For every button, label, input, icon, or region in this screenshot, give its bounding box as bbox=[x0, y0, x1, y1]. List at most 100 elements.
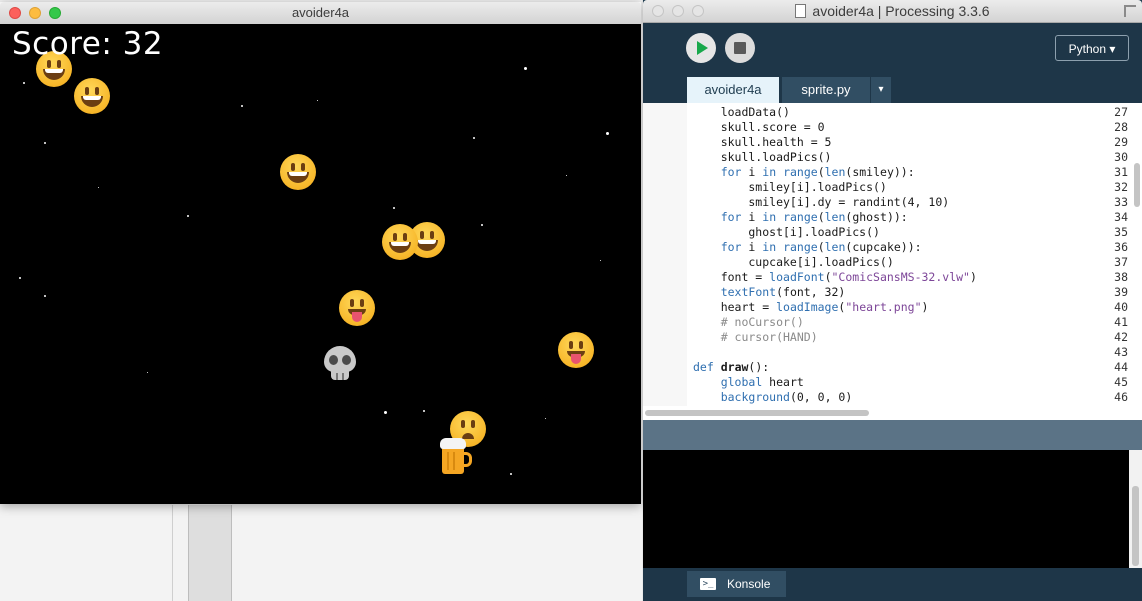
line-number: 28 bbox=[1114, 120, 1128, 134]
line-number: 33 bbox=[1114, 195, 1128, 209]
editor-horizontal-scrollbar[interactable] bbox=[643, 406, 1142, 420]
code-line[interactable]: skull.health = 5 bbox=[693, 135, 832, 149]
star bbox=[510, 473, 512, 475]
line-number: 44 bbox=[1114, 360, 1128, 374]
line-number: 37 bbox=[1114, 255, 1128, 269]
code-line[interactable]: font = loadFont("ComicSansMS-32.vlw") bbox=[693, 270, 977, 284]
console-scrollbar[interactable] bbox=[1129, 450, 1142, 568]
star bbox=[44, 295, 46, 297]
line-number: 45 bbox=[1114, 375, 1128, 389]
console-tab[interactable]: >_ Konsole bbox=[687, 571, 786, 597]
star bbox=[473, 137, 475, 139]
code-line[interactable]: for i in range(len(ghost)): bbox=[693, 210, 908, 224]
smiley-sprite bbox=[74, 78, 110, 114]
code-line[interactable]: smiley[i].loadPics() bbox=[693, 180, 887, 194]
game-titlebar[interactable]: avoider4a bbox=[0, 2, 641, 25]
game-canvas[interactable]: Score: 32 bbox=[0, 24, 641, 504]
run-button[interactable] bbox=[686, 33, 716, 63]
star bbox=[23, 82, 25, 84]
line-number: 29 bbox=[1114, 135, 1128, 149]
star bbox=[44, 142, 46, 144]
scroll-thumb[interactable] bbox=[645, 410, 869, 416]
star bbox=[241, 105, 243, 107]
line-number: 46 bbox=[1114, 390, 1128, 404]
processing-ide-window: avoider4a | Processing 3.3.6 Python ▾ av… bbox=[643, 0, 1142, 601]
stop-icon bbox=[734, 42, 746, 54]
ide-titlebar[interactable]: avoider4a | Processing 3.3.6 bbox=[643, 0, 1142, 23]
code-line[interactable]: # noCursor() bbox=[693, 315, 804, 329]
star bbox=[481, 224, 483, 226]
editor-console-divider[interactable] bbox=[643, 420, 1142, 450]
tongue-face-sprite bbox=[558, 332, 594, 368]
background-scrollbar bbox=[188, 505, 232, 601]
stop-button[interactable] bbox=[725, 33, 755, 63]
game-window: avoider4a Score: 32 bbox=[0, 2, 641, 504]
line-number: 43 bbox=[1114, 345, 1128, 359]
tab-menu-button[interactable]: ▾ bbox=[871, 77, 891, 103]
console-tab-label: Konsole bbox=[727, 577, 771, 591]
line-number: 27 bbox=[1114, 105, 1128, 119]
play-icon bbox=[697, 41, 708, 55]
star bbox=[524, 67, 527, 70]
code-line[interactable]: skull.score = 0 bbox=[693, 120, 825, 134]
background-divider bbox=[172, 505, 173, 601]
code-line[interactable]: def draw(): bbox=[693, 360, 769, 374]
line-number: 35 bbox=[1114, 225, 1128, 239]
star bbox=[600, 260, 601, 261]
line-number: 31 bbox=[1114, 165, 1128, 179]
code-line[interactable]: for i in range(len(smiley)): bbox=[693, 165, 915, 179]
line-number-gutter bbox=[643, 103, 687, 406]
fullscreen-icon[interactable] bbox=[1124, 5, 1136, 17]
score-text: Score: 32 bbox=[12, 26, 164, 62]
window-title: avoider4a | Processing 3.3.6 bbox=[643, 3, 1142, 19]
star bbox=[317, 100, 318, 101]
editor-vertical-scrollbar[interactable] bbox=[1132, 103, 1142, 406]
tab-avoider4a[interactable]: avoider4a bbox=[687, 77, 779, 103]
line-number: 40 bbox=[1114, 300, 1128, 314]
scroll-thumb[interactable] bbox=[1134, 163, 1140, 207]
star bbox=[606, 132, 609, 135]
code-line[interactable]: global heart bbox=[693, 375, 804, 389]
star bbox=[147, 372, 148, 373]
code-line[interactable]: textFont(font, 32) bbox=[693, 285, 846, 299]
console-icon: >_ bbox=[700, 578, 716, 590]
ide-toolbar: Python ▾ bbox=[643, 23, 1142, 75]
skull-player-sprite bbox=[324, 346, 356, 382]
tongue-face-sprite bbox=[339, 290, 375, 326]
star bbox=[19, 277, 21, 279]
beer-mug-sprite bbox=[440, 438, 474, 476]
star bbox=[187, 215, 189, 217]
code-line[interactable]: smiley[i].dy = randint(4, 10) bbox=[693, 195, 949, 209]
star bbox=[545, 418, 546, 419]
code-line[interactable]: skull.loadPics() bbox=[693, 150, 832, 164]
star bbox=[566, 175, 567, 176]
smiley-sprite bbox=[280, 154, 316, 190]
code-line[interactable]: # cursor(HAND) bbox=[693, 330, 818, 344]
line-number: 34 bbox=[1114, 210, 1128, 224]
code-line[interactable]: ghost[i].loadPics() bbox=[693, 225, 880, 239]
line-number: 42 bbox=[1114, 330, 1128, 344]
ide-title-text: avoider4a | Processing 3.3.6 bbox=[812, 3, 990, 19]
ide-footer: >_ Konsole bbox=[643, 568, 1142, 601]
code-line[interactable]: for i in range(len(cupcake)): bbox=[693, 240, 922, 254]
star bbox=[98, 187, 99, 188]
console-output[interactable] bbox=[643, 450, 1129, 568]
code-line[interactable]: cupcake[i].loadPics() bbox=[693, 255, 893, 269]
line-number: 36 bbox=[1114, 240, 1128, 254]
code-editor[interactable]: 27 loadData() 28 skull.score = 0 29 skull.… bbox=[643, 103, 1132, 406]
code-line[interactable]: loadData() bbox=[693, 105, 790, 119]
line-number: 30 bbox=[1114, 150, 1128, 164]
code-line[interactable]: heart = loadImage("heart.png") bbox=[693, 300, 929, 314]
document-icon bbox=[795, 4, 807, 18]
smiley-sprite bbox=[382, 224, 418, 260]
editor-tabs: avoider4a sprite.py ▾ bbox=[643, 75, 1142, 103]
tab-sprite-py[interactable]: sprite.py bbox=[782, 77, 870, 103]
scroll-thumb[interactable] bbox=[1132, 486, 1139, 566]
line-number: 38 bbox=[1114, 270, 1128, 284]
line-number: 32 bbox=[1114, 180, 1128, 194]
star bbox=[393, 207, 395, 209]
star bbox=[423, 410, 425, 412]
mode-selector[interactable]: Python ▾ bbox=[1055, 35, 1129, 61]
code-line[interactable]: background(0, 0, 0) bbox=[693, 390, 853, 404]
line-number: 39 bbox=[1114, 285, 1128, 299]
